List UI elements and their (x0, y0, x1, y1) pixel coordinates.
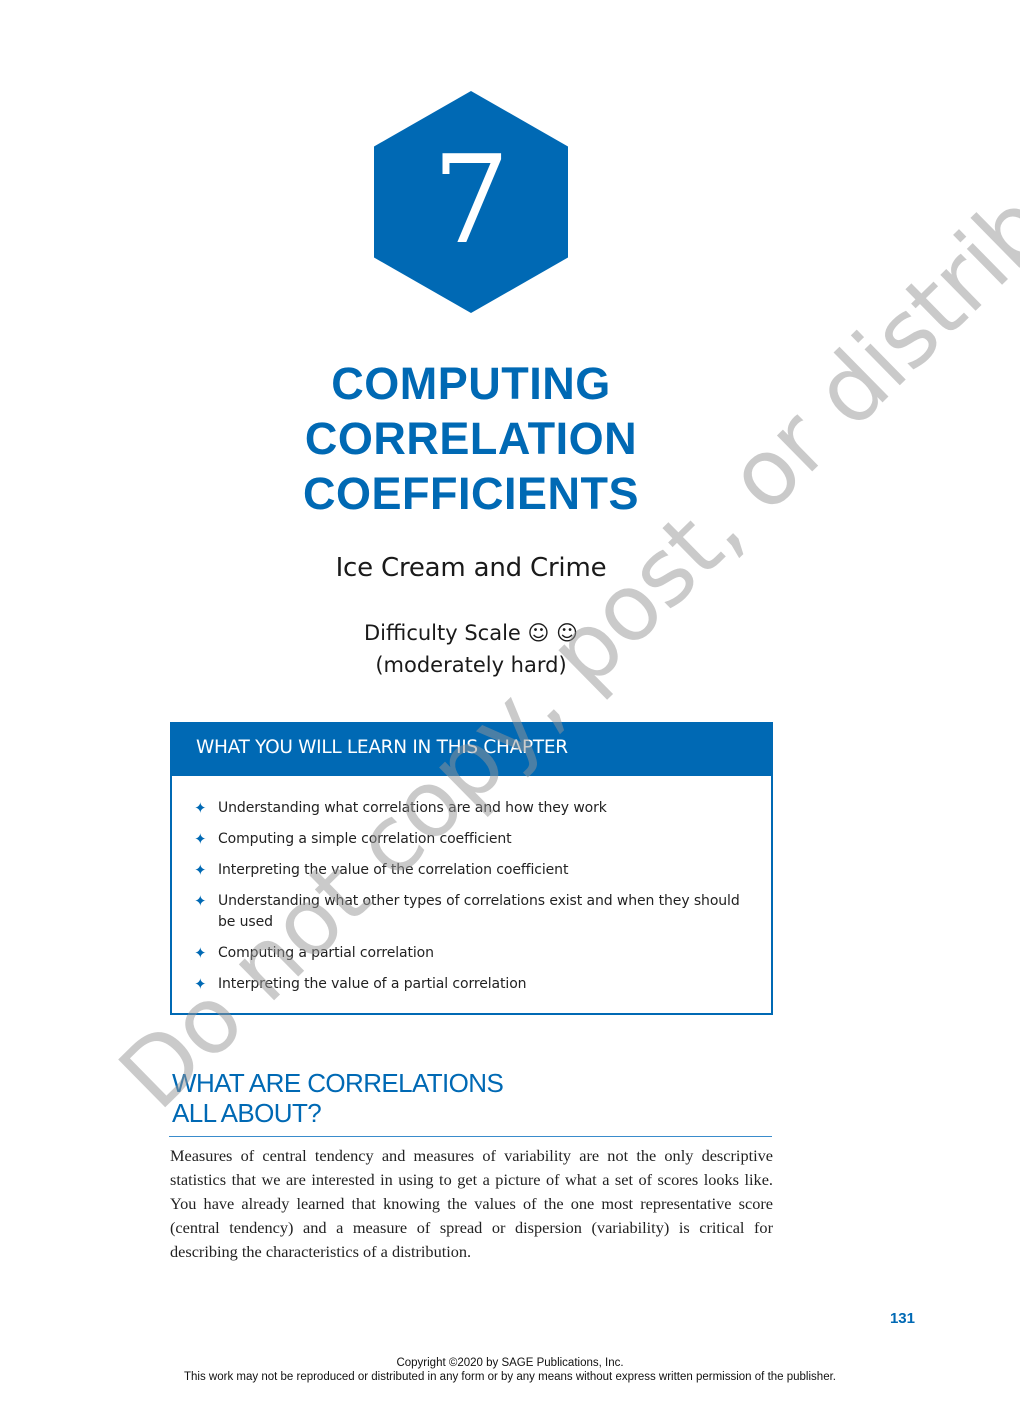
four-point-star-bullet-icon: ✦ (194, 975, 207, 993)
list-item: ✦ Understanding what correlations are and… (194, 798, 751, 819)
list-item-text: Computing a simple correlation coefficie… (218, 831, 512, 847)
list-item: ✦ Understanding what other types of corre… (194, 891, 751, 933)
four-point-star-bullet-icon: ✦ (194, 892, 207, 910)
difficulty-scale: Difficulty Scale ☺ ☺ (moderately hard) (250, 617, 692, 681)
section-divider (169, 1136, 772, 1137)
chapter-title-line: CORRELATION (304, 413, 638, 464)
list-item-text: Interpreting the value of a partial corr… (218, 976, 527, 992)
permission-notice: This work may not be reproduced or distr… (184, 1371, 836, 1383)
body-paragraph: Measures of central tendency and measure… (170, 1146, 773, 1261)
list-item: ✦ Interpreting the value of the correlati… (194, 860, 751, 881)
list-item-text: Understanding what correlations are and … (218, 800, 607, 816)
learning-objectives-box: WHAT YOU WILL LEARN IN THIS CHAPTER ✦ Und… (170, 722, 773, 1015)
learning-objectives-list: ✦ Understanding what correlations are and… (194, 798, 751, 1005)
list-item: ✦ Computing a simple correlation coeffici… (194, 829, 751, 850)
copyright-footer: Copyright ©2020 by SAGE Publications, In… (0, 1356, 1020, 1384)
chapter-subtitle: Ice Cream and Crime (335, 553, 607, 583)
section-heading-line: ALL ABOUT? (172, 1098, 322, 1128)
difficulty-note: (moderately hard) (375, 653, 567, 677)
list-item: ✦ Interpreting the value of a partial cor… (194, 974, 751, 995)
book-page: 7 COMPUTING CORRELATION COEFFICIENTS Ice… (0, 0, 1020, 1428)
list-item-text: Computing a partial correlation (218, 945, 434, 961)
section-heading: WHAT ARE CORRELATIONS ALL ABOUT? (172, 1068, 772, 1128)
four-point-star-bullet-icon: ✦ (194, 944, 207, 962)
list-item-text: Interpreting the value of the correlatio… (218, 862, 569, 878)
four-point-star-bullet-icon: ✦ (194, 830, 207, 848)
learning-objectives-title: WHAT YOU WILL LEARN IN THIS CHAPTER (196, 737, 568, 758)
list-item: ✦ Computing a partial correlation (194, 943, 751, 964)
chapter-title-line: COEFFICIENTS (302, 468, 639, 519)
difficulty-label: Difficulty Scale ☺ ☺ (364, 621, 578, 645)
chapter-title: COMPUTING CORRELATION COEFFICIENTS (250, 356, 692, 521)
chapter-title-line: COMPUTING (331, 358, 611, 409)
chapter-number: 7 (432, 129, 510, 271)
section-heading-line: WHAT ARE CORRELATIONS (172, 1068, 504, 1098)
page-number: 131 (889, 1310, 915, 1327)
copyright-line: Copyright ©2020 by SAGE Publications, In… (396, 1357, 624, 1369)
four-point-star-bullet-icon: ✦ (194, 861, 207, 879)
learning-objectives-header: WHAT YOU WILL LEARN IN THIS CHAPTER (172, 722, 771, 776)
four-point-star-bullet-icon: ✦ (194, 799, 207, 817)
list-item-text: Understanding what other types of correl… (218, 893, 740, 930)
